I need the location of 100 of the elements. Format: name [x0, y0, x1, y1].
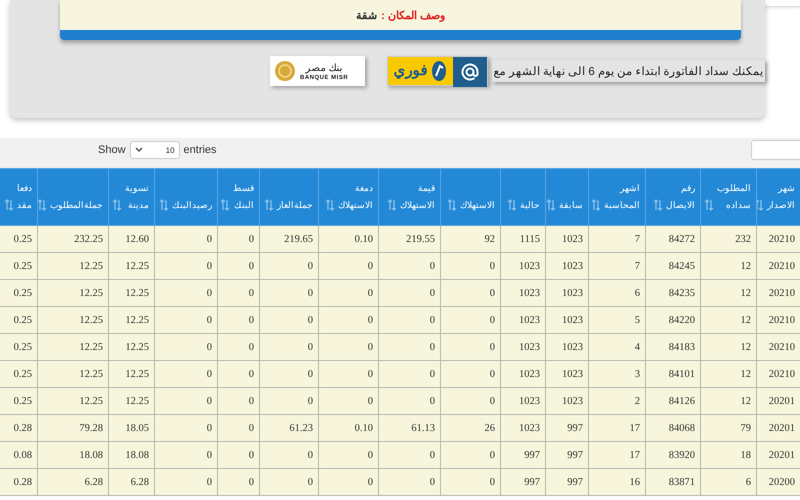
table-cell: 0 — [218, 306, 260, 334]
table-cell: 1023 — [500, 252, 546, 280]
table-cell: 6.28 — [38, 468, 108, 496]
table-cell: 0 — [440, 468, 500, 496]
search-field[interactable] — [751, 140, 800, 160]
table-cell: 0 — [378, 442, 440, 468]
table-cell: 17 — [588, 442, 646, 468]
table-cell: 12.25 — [108, 252, 154, 280]
table-cell: 219.65 — [260, 226, 318, 252]
sort-icon — [653, 199, 663, 211]
table-cell: 18.05 — [108, 414, 154, 442]
payment-note: يمكنك سداد الفاتورة ابتداء من يوم 6 الى نهاية الشهر مع — [492, 60, 765, 82]
sort-icon — [591, 199, 601, 211]
table-cell: 83871 — [646, 468, 700, 496]
table-cell: 0 — [154, 252, 218, 280]
column-header[interactable]: جملةالغاز — [277, 197, 313, 214]
table-cell: 84220 — [646, 306, 700, 334]
column-header[interactable]: رصيدالبنك — [172, 197, 212, 214]
table-cell: 232 — [700, 226, 756, 252]
table-cell: 0.25 — [0, 252, 38, 280]
at-sign-icon — [452, 57, 487, 87]
table-cell: 0 — [378, 360, 440, 388]
table-cell: 0 — [260, 388, 318, 414]
table-cell: 5 — [588, 306, 646, 334]
table-cell: 4 — [588, 334, 646, 360]
table-cell: 12.25 — [38, 306, 108, 334]
table-cell: 0 — [218, 280, 260, 306]
table-cell: 83920 — [646, 442, 700, 468]
table-cell: 0.10 — [318, 414, 378, 442]
table-cell: 1023 — [500, 414, 546, 442]
table-cell: 0 — [260, 360, 318, 388]
table-cell: 20201 — [756, 442, 800, 468]
table-cell: 6.28 — [108, 468, 154, 496]
sort-icon — [38, 199, 47, 211]
place-value: شقة — [356, 8, 378, 22]
table-cell: 84126 — [646, 388, 700, 414]
table-cell: 0 — [154, 414, 218, 442]
table-cell: 1023 — [546, 388, 588, 414]
table-cell: 92 — [440, 226, 500, 252]
table-cell: 12 — [700, 388, 756, 414]
table-cell: 0 — [440, 388, 500, 414]
table-cell: 0.28 — [0, 414, 38, 442]
column-header[interactable]: حالية — [520, 197, 540, 214]
column-header[interactable]: الاستهلاك — [460, 197, 495, 214]
table-cell: 0 — [154, 360, 218, 388]
place-label: وصف المكان : — [381, 8, 445, 22]
table-cell: 61.23 — [260, 414, 318, 442]
table-cell: 18.08 — [108, 442, 154, 468]
table-cell: 0 — [154, 468, 218, 496]
table-cell: 0 — [318, 388, 378, 414]
table-cell: 0 — [318, 442, 378, 468]
table-cell: 1023 — [500, 360, 546, 388]
table-cell: 79.28 — [38, 414, 108, 442]
table-cell: 0 — [154, 388, 218, 414]
table-cell: 12 — [700, 280, 756, 306]
table-cell: 0 — [440, 252, 500, 280]
sort-icon — [387, 199, 397, 211]
table-cell: 20200 — [756, 468, 800, 496]
table-cell: 0 — [318, 306, 378, 334]
sort-icon — [447, 199, 457, 211]
table-cell: 16 — [588, 468, 646, 496]
table-cell: 1023 — [500, 388, 546, 414]
table-cell: 12.25 — [38, 360, 108, 388]
table-cell: 0 — [440, 306, 500, 334]
table-cell: 0.25 — [0, 360, 38, 388]
table-cell: 20210 — [756, 280, 800, 306]
table-cell: 997 — [546, 468, 588, 496]
table-cell: 0 — [318, 252, 378, 280]
table-cell: 0 — [154, 306, 218, 334]
table-cell: 12.25 — [108, 280, 154, 306]
table-cell: 0 — [154, 280, 218, 306]
sort-icon — [220, 199, 230, 211]
sort-icon — [546, 199, 556, 211]
table-cell: 0 — [318, 360, 378, 388]
table-cell: 0 — [260, 334, 318, 360]
table-cell: 18 — [700, 442, 756, 468]
table-cell: 79 — [700, 414, 756, 442]
table-cell: 84183 — [646, 334, 700, 360]
sort-icon — [325, 199, 335, 211]
table-cell: 0.25 — [0, 280, 38, 306]
table-cell: 1023 — [546, 360, 588, 388]
table-cell: 12.25 — [38, 252, 108, 280]
table-cell: 12 — [700, 306, 756, 334]
logo-text: فوري — [394, 62, 428, 80]
table-cell: 1023 — [546, 280, 588, 306]
entries-select[interactable]: 10 — [130, 141, 180, 159]
table-cell: 0 — [218, 360, 260, 388]
table-cell: 997 — [500, 442, 546, 468]
table-cell: 0 — [440, 280, 500, 306]
table-cell: 12.25 — [108, 388, 154, 414]
table-cell: 0 — [440, 334, 500, 360]
table-cell: 0.28 — [0, 468, 38, 496]
table-cell: 20210 — [756, 306, 800, 334]
table-cell: 7 — [588, 226, 646, 252]
table-cell: 1023 — [546, 306, 588, 334]
table-cell: 1023 — [546, 334, 588, 360]
table-cell: 0 — [218, 468, 260, 496]
table-cell: 0 — [260, 468, 318, 496]
column-header[interactable]: سابقة — [559, 197, 583, 214]
table-cell: 0 — [154, 442, 218, 468]
